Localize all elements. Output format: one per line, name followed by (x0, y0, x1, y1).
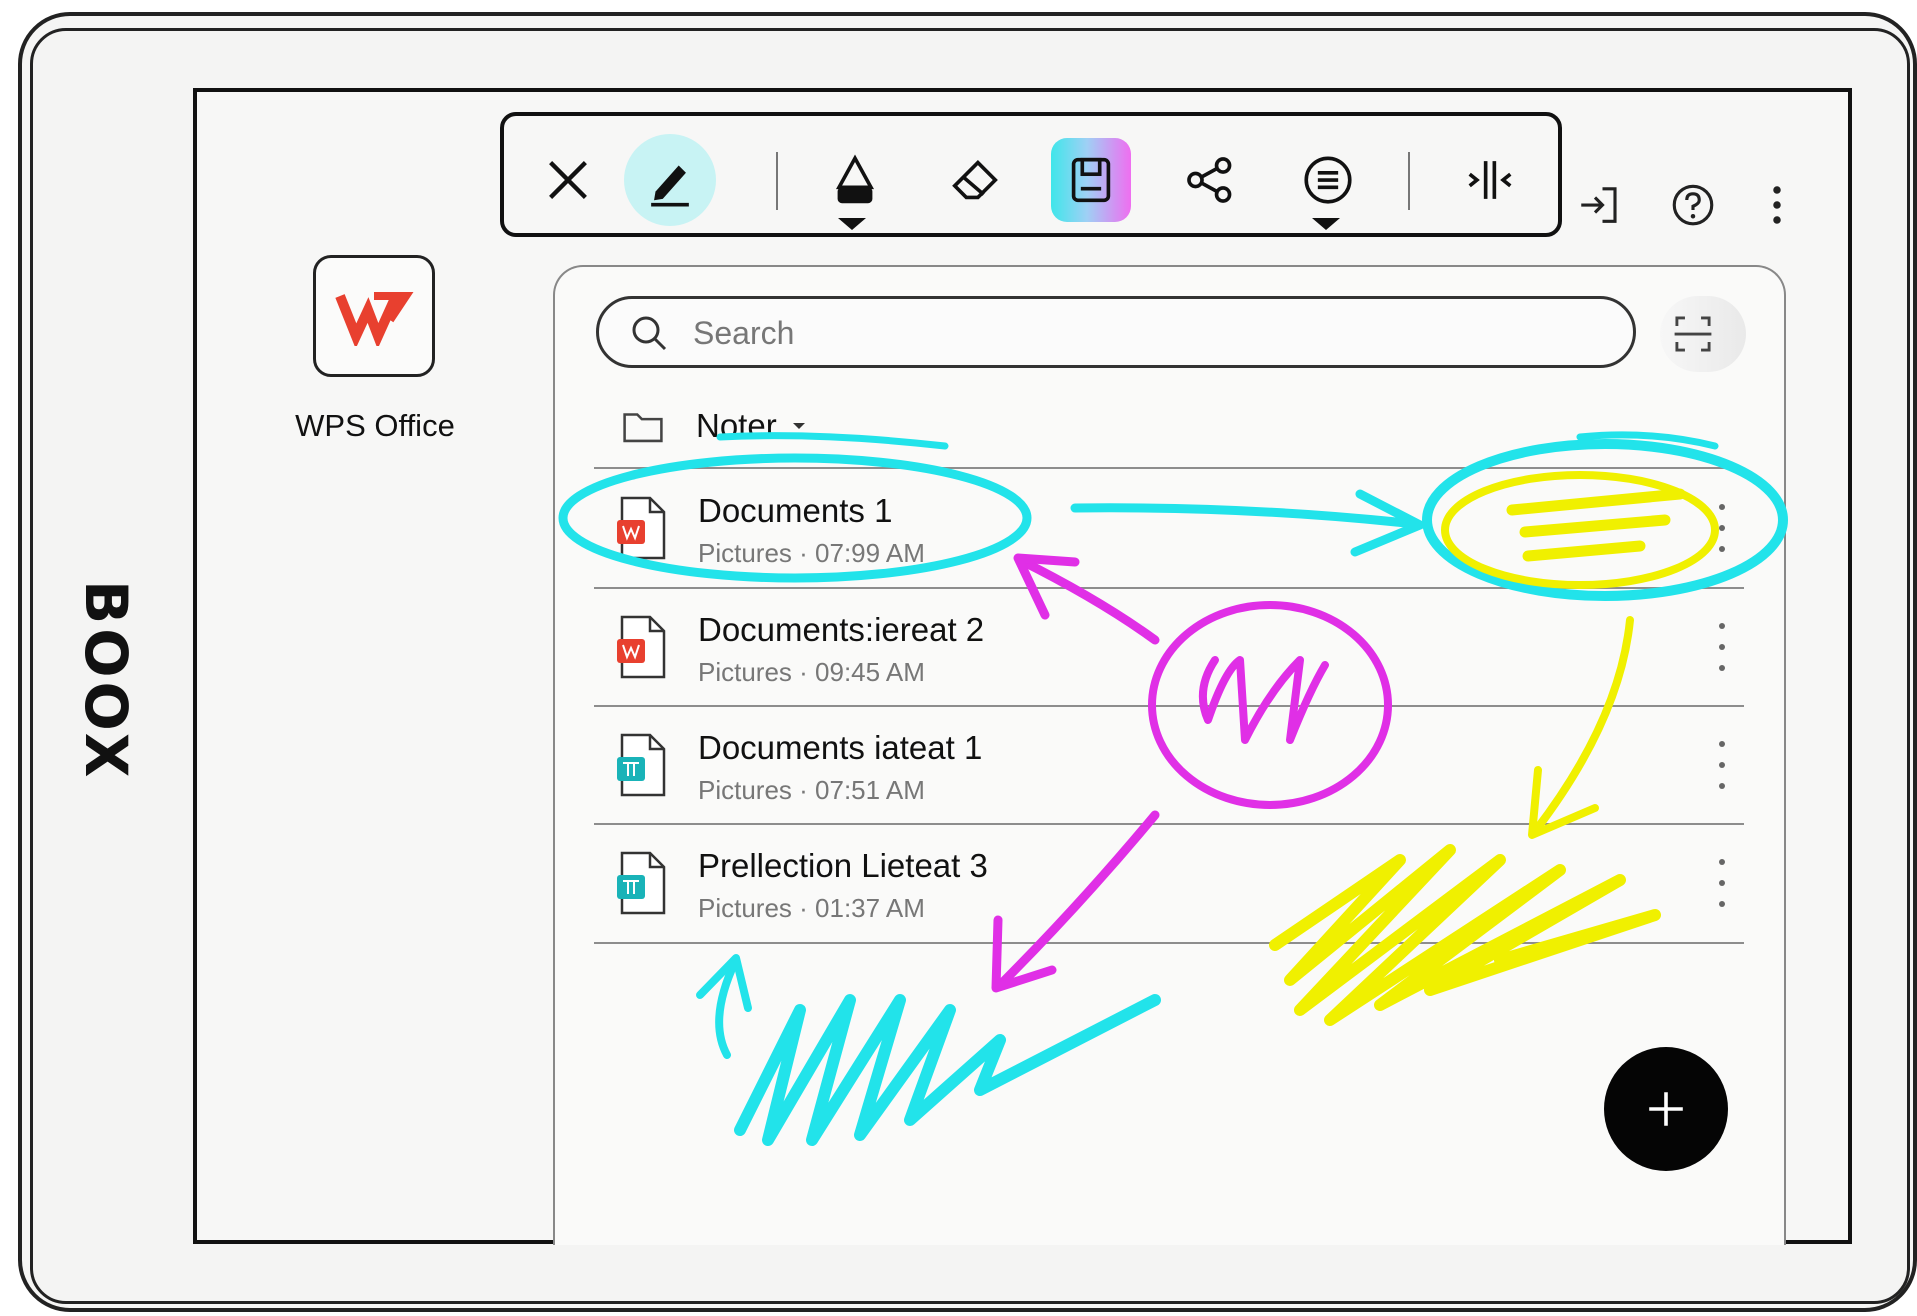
menu-button[interactable] (1282, 134, 1374, 226)
file-name: Documents 1 (698, 492, 893, 529)
scan-button[interactable] (1660, 296, 1746, 372)
plus-icon (1649, 1092, 1683, 1126)
eraser-icon (952, 160, 998, 200)
more-vert-icon[interactable] (1712, 859, 1732, 907)
app-label[interactable]: WPS Office (270, 408, 480, 444)
list-item[interactable]: Prellection Lieteat 3 Pictures · 01:37 A… (594, 827, 1744, 942)
list-item[interactable]: Documents:iereat 2 Pictures · 09:45 AM (594, 591, 1744, 706)
document-icon (617, 615, 666, 679)
more-options-button[interactable] (1752, 180, 1802, 235)
menu-caret (1312, 218, 1340, 230)
file-name: Prellection Lieteat 3 (698, 847, 988, 884)
pen-icon (651, 165, 689, 207)
highlighter-icon (835, 154, 875, 204)
divider (594, 823, 1744, 825)
eraser-tool-button[interactable] (929, 134, 1021, 226)
file-meta: Pictures · 07:99 AM (698, 538, 925, 568)
document-icon (617, 851, 666, 915)
split-view-icon (1468, 161, 1512, 199)
divider (594, 705, 1744, 707)
wps-office-app-icon[interactable] (313, 255, 435, 377)
list-menu-icon (1304, 156, 1352, 204)
highlighter-tool-button[interactable] (809, 134, 901, 226)
divider (594, 942, 1744, 944)
share-button[interactable] (1164, 134, 1256, 226)
exit-button[interactable] (1575, 180, 1625, 235)
document-icon (617, 733, 666, 797)
file-meta: Pictures · 07:51 AM (698, 775, 925, 805)
more-vert-icon[interactable] (1712, 504, 1732, 552)
device-brand: BOOX (72, 580, 140, 782)
scan-icon (1674, 316, 1712, 352)
search-bar[interactable] (596, 296, 1636, 368)
exit-icon (1581, 187, 1617, 223)
file-name: Documents iateat 1 (698, 729, 983, 766)
close-button[interactable] (522, 134, 614, 226)
search-icon (632, 316, 667, 351)
save-icon (1071, 157, 1111, 203)
toolbar-separator (776, 152, 778, 210)
chevron-down-icon (792, 423, 805, 429)
share-icon (1187, 157, 1232, 203)
document-icon (617, 496, 666, 560)
help-button[interactable] (1668, 180, 1718, 235)
file-meta: Pictures · 09:45 AM (698, 657, 925, 687)
file-meta: Pictures · 01:37 AM (698, 893, 925, 923)
folder-name: Noter (696, 407, 777, 444)
more-vert-icon[interactable] (1712, 623, 1732, 671)
pen-tool-caret (838, 218, 866, 230)
file-name: Documents:iereat 2 (698, 611, 985, 648)
pen-tool-button[interactable] (624, 134, 716, 226)
divider (594, 587, 1744, 589)
search-input[interactable] (691, 309, 1595, 357)
pen-toolbar (500, 112, 1562, 237)
folder-selector[interactable]: Noter (620, 400, 809, 452)
list-item[interactable]: Documents 1 Pictures · 07:99 AM (594, 472, 1744, 587)
split-view-button[interactable] (1444, 134, 1536, 226)
folder-icon (623, 413, 663, 443)
help-icon (1672, 184, 1714, 226)
list-item[interactable]: Documents iateat 1 Pictures · 07:51 AM (594, 709, 1744, 824)
save-button[interactable] (1051, 138, 1131, 222)
wps-office-icon (335, 292, 414, 346)
toolbar-separator (1408, 152, 1410, 210)
add-button[interactable] (1604, 1047, 1728, 1171)
more-vert-icon[interactable] (1712, 741, 1732, 789)
divider (594, 467, 1744, 469)
close-icon (549, 161, 587, 199)
more-vert-icon (1773, 186, 1781, 224)
